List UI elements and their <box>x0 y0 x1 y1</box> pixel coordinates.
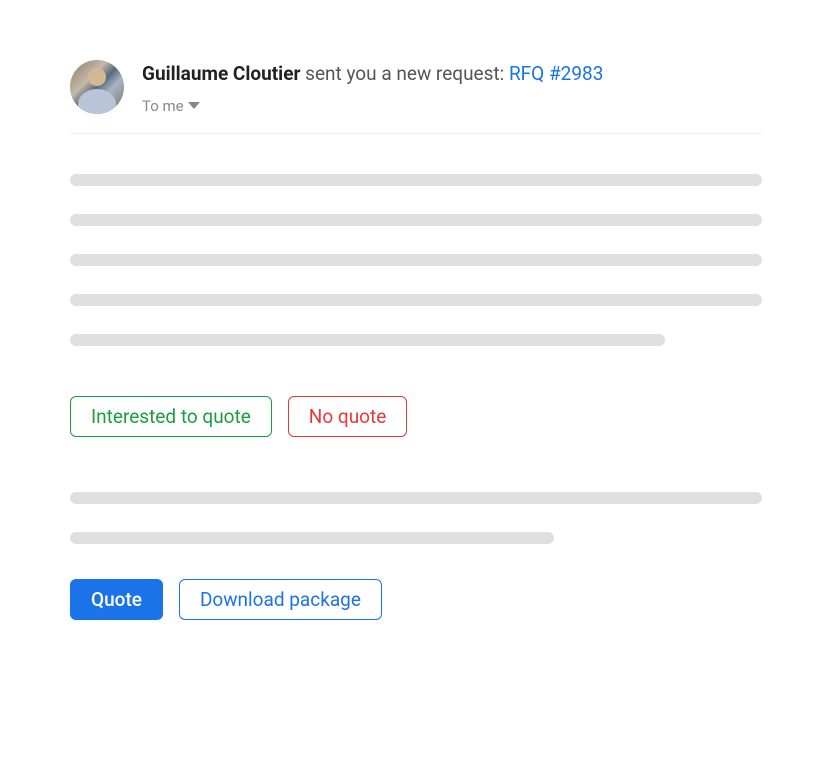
chevron-down-icon <box>188 102 200 109</box>
email-body-section-1 <box>70 174 762 346</box>
subject-line: Guillaume Cloutier sent you a new reques… <box>142 62 762 87</box>
subject-suffix: sent you a new request: <box>300 62 509 85</box>
placeholder-text-line <box>70 492 762 504</box>
placeholder-text-line <box>70 532 554 544</box>
request-link[interactable]: RFQ #2983 <box>509 62 603 85</box>
no-quote-button[interactable]: No quote <box>288 396 408 437</box>
action-button-row: Quote Download package <box>70 579 762 620</box>
download-package-button[interactable]: Download package <box>179 579 382 620</box>
to-label: To me <box>142 97 184 115</box>
placeholder-text-line <box>70 254 762 266</box>
email-header: Guillaume Cloutier sent you a new reques… <box>70 60 762 134</box>
placeholder-text-line <box>70 334 665 346</box>
recipient-dropdown[interactable]: To me <box>142 97 762 115</box>
interested-to-quote-button[interactable]: Interested to quote <box>70 396 272 437</box>
avatar <box>70 60 124 114</box>
email-body-section-2 <box>70 492 762 544</box>
sender-name: Guillaume Cloutier <box>142 62 300 85</box>
header-text: Guillaume Cloutier sent you a new reques… <box>142 60 762 115</box>
placeholder-text-line <box>70 294 762 306</box>
response-button-row: Interested to quote No quote <box>70 396 762 437</box>
placeholder-text-line <box>70 214 762 226</box>
placeholder-text-line <box>70 174 762 186</box>
quote-button[interactable]: Quote <box>70 579 163 620</box>
